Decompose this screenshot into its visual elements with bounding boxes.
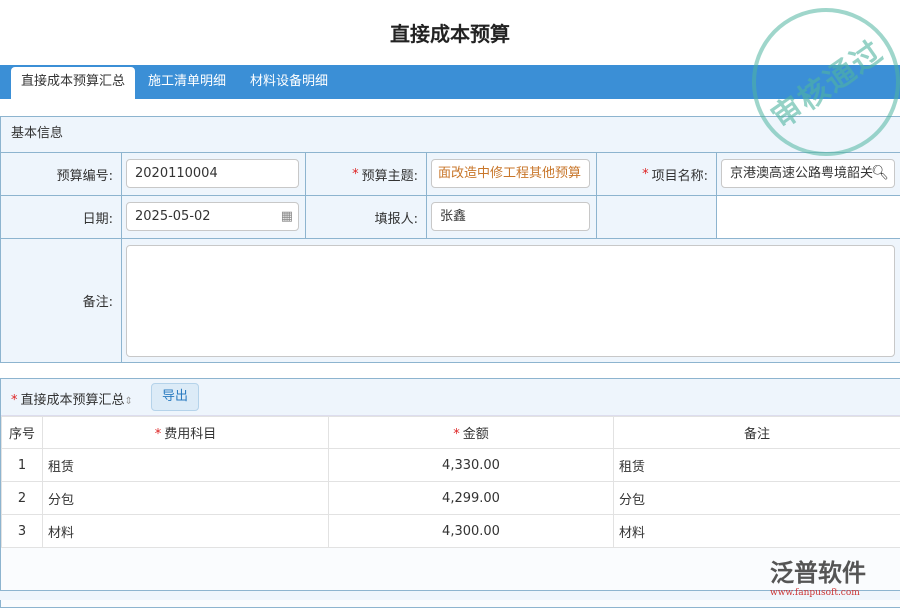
- date-value: 2025-05-02: [135, 209, 211, 224]
- cell-item[interactable]: 租赁: [43, 449, 329, 482]
- logo-name: 泛普软件: [770, 559, 866, 587]
- date-label: 日期:: [1, 196, 122, 238]
- sort-icon[interactable]: ⇕: [125, 396, 133, 407]
- cell-item[interactable]: 分包: [43, 482, 329, 515]
- summary-table: 序号 *费用科目 *金额 备注 1租赁4,330.00租赁 2分包4,299.0…: [1, 416, 900, 548]
- cell-remark[interactable]: 材料: [614, 515, 900, 548]
- logo-url: www.fanpusoft.com: [770, 588, 866, 598]
- table-row[interactable]: 3材料4,300.00材料: [2, 515, 900, 548]
- table-row[interactable]: 1租赁4,330.00租赁: [2, 449, 900, 482]
- summary-title: 直接成本预算汇总: [21, 393, 125, 408]
- cell-item[interactable]: 材料: [43, 515, 329, 548]
- col-remark: 备注: [614, 417, 900, 449]
- budget-no-input[interactable]: 2020110004: [126, 159, 299, 188]
- cell-amount[interactable]: 4,300.00: [329, 515, 614, 548]
- subject-label: 预算主题:: [362, 165, 418, 184]
- cell-no: 3: [2, 515, 43, 548]
- cell-remark[interactable]: 租赁: [614, 449, 900, 482]
- tab-construction-list[interactable]: 施工清单明细: [138, 67, 236, 99]
- remark-textarea[interactable]: [126, 245, 895, 357]
- project-label: 项目名称:: [652, 165, 708, 184]
- cell-amount[interactable]: 4,330.00: [329, 449, 614, 482]
- cell-remark[interactable]: 分包: [614, 482, 900, 515]
- export-button[interactable]: 导出: [151, 383, 199, 411]
- cell-no: 1: [2, 449, 43, 482]
- summary-section: *直接成本预算汇总⇕ 导出 序号 *费用科目 *金额 备注 1租赁4,330.0…: [0, 378, 900, 608]
- col-no: 序号: [2, 417, 43, 449]
- tab-material-equipment[interactable]: 材料设备明细: [240, 67, 338, 99]
- project-input[interactable]: 京港澳高速公路粤境韶关🔍︎: [721, 159, 895, 188]
- basic-info-form: 基本信息 预算编号: 2020110004 *预算主题: 面改造中修工程其他预算…: [0, 116, 900, 363]
- col-amount: 金额: [463, 427, 489, 442]
- search-icon[interactable]: 🔍︎: [871, 160, 889, 187]
- calendar-icon[interactable]: ▦: [281, 203, 293, 230]
- table-row[interactable]: 2分包4,299.00分包: [2, 482, 900, 515]
- fanpusoft-logo: 泛普软件www.fanpusoft.com: [770, 553, 866, 598]
- remark-label: 备注:: [1, 239, 122, 362]
- budget-no-label: 预算编号:: [1, 153, 122, 195]
- date-input[interactable]: 2025-05-02 ▦: [126, 202, 299, 231]
- reporter-label: 填报人:: [306, 196, 427, 238]
- reporter-input[interactable]: 张鑫: [431, 202, 590, 231]
- subject-input[interactable]: 面改造中修工程其他预算: [431, 159, 590, 188]
- project-value: 京港澳高速公路粤境韶关: [730, 166, 873, 181]
- cell-amount[interactable]: 4,299.00: [329, 482, 614, 515]
- tab-summary[interactable]: 直接成本预算汇总: [11, 67, 135, 99]
- col-item: 费用科目: [164, 427, 216, 442]
- cell-no: 2: [2, 482, 43, 515]
